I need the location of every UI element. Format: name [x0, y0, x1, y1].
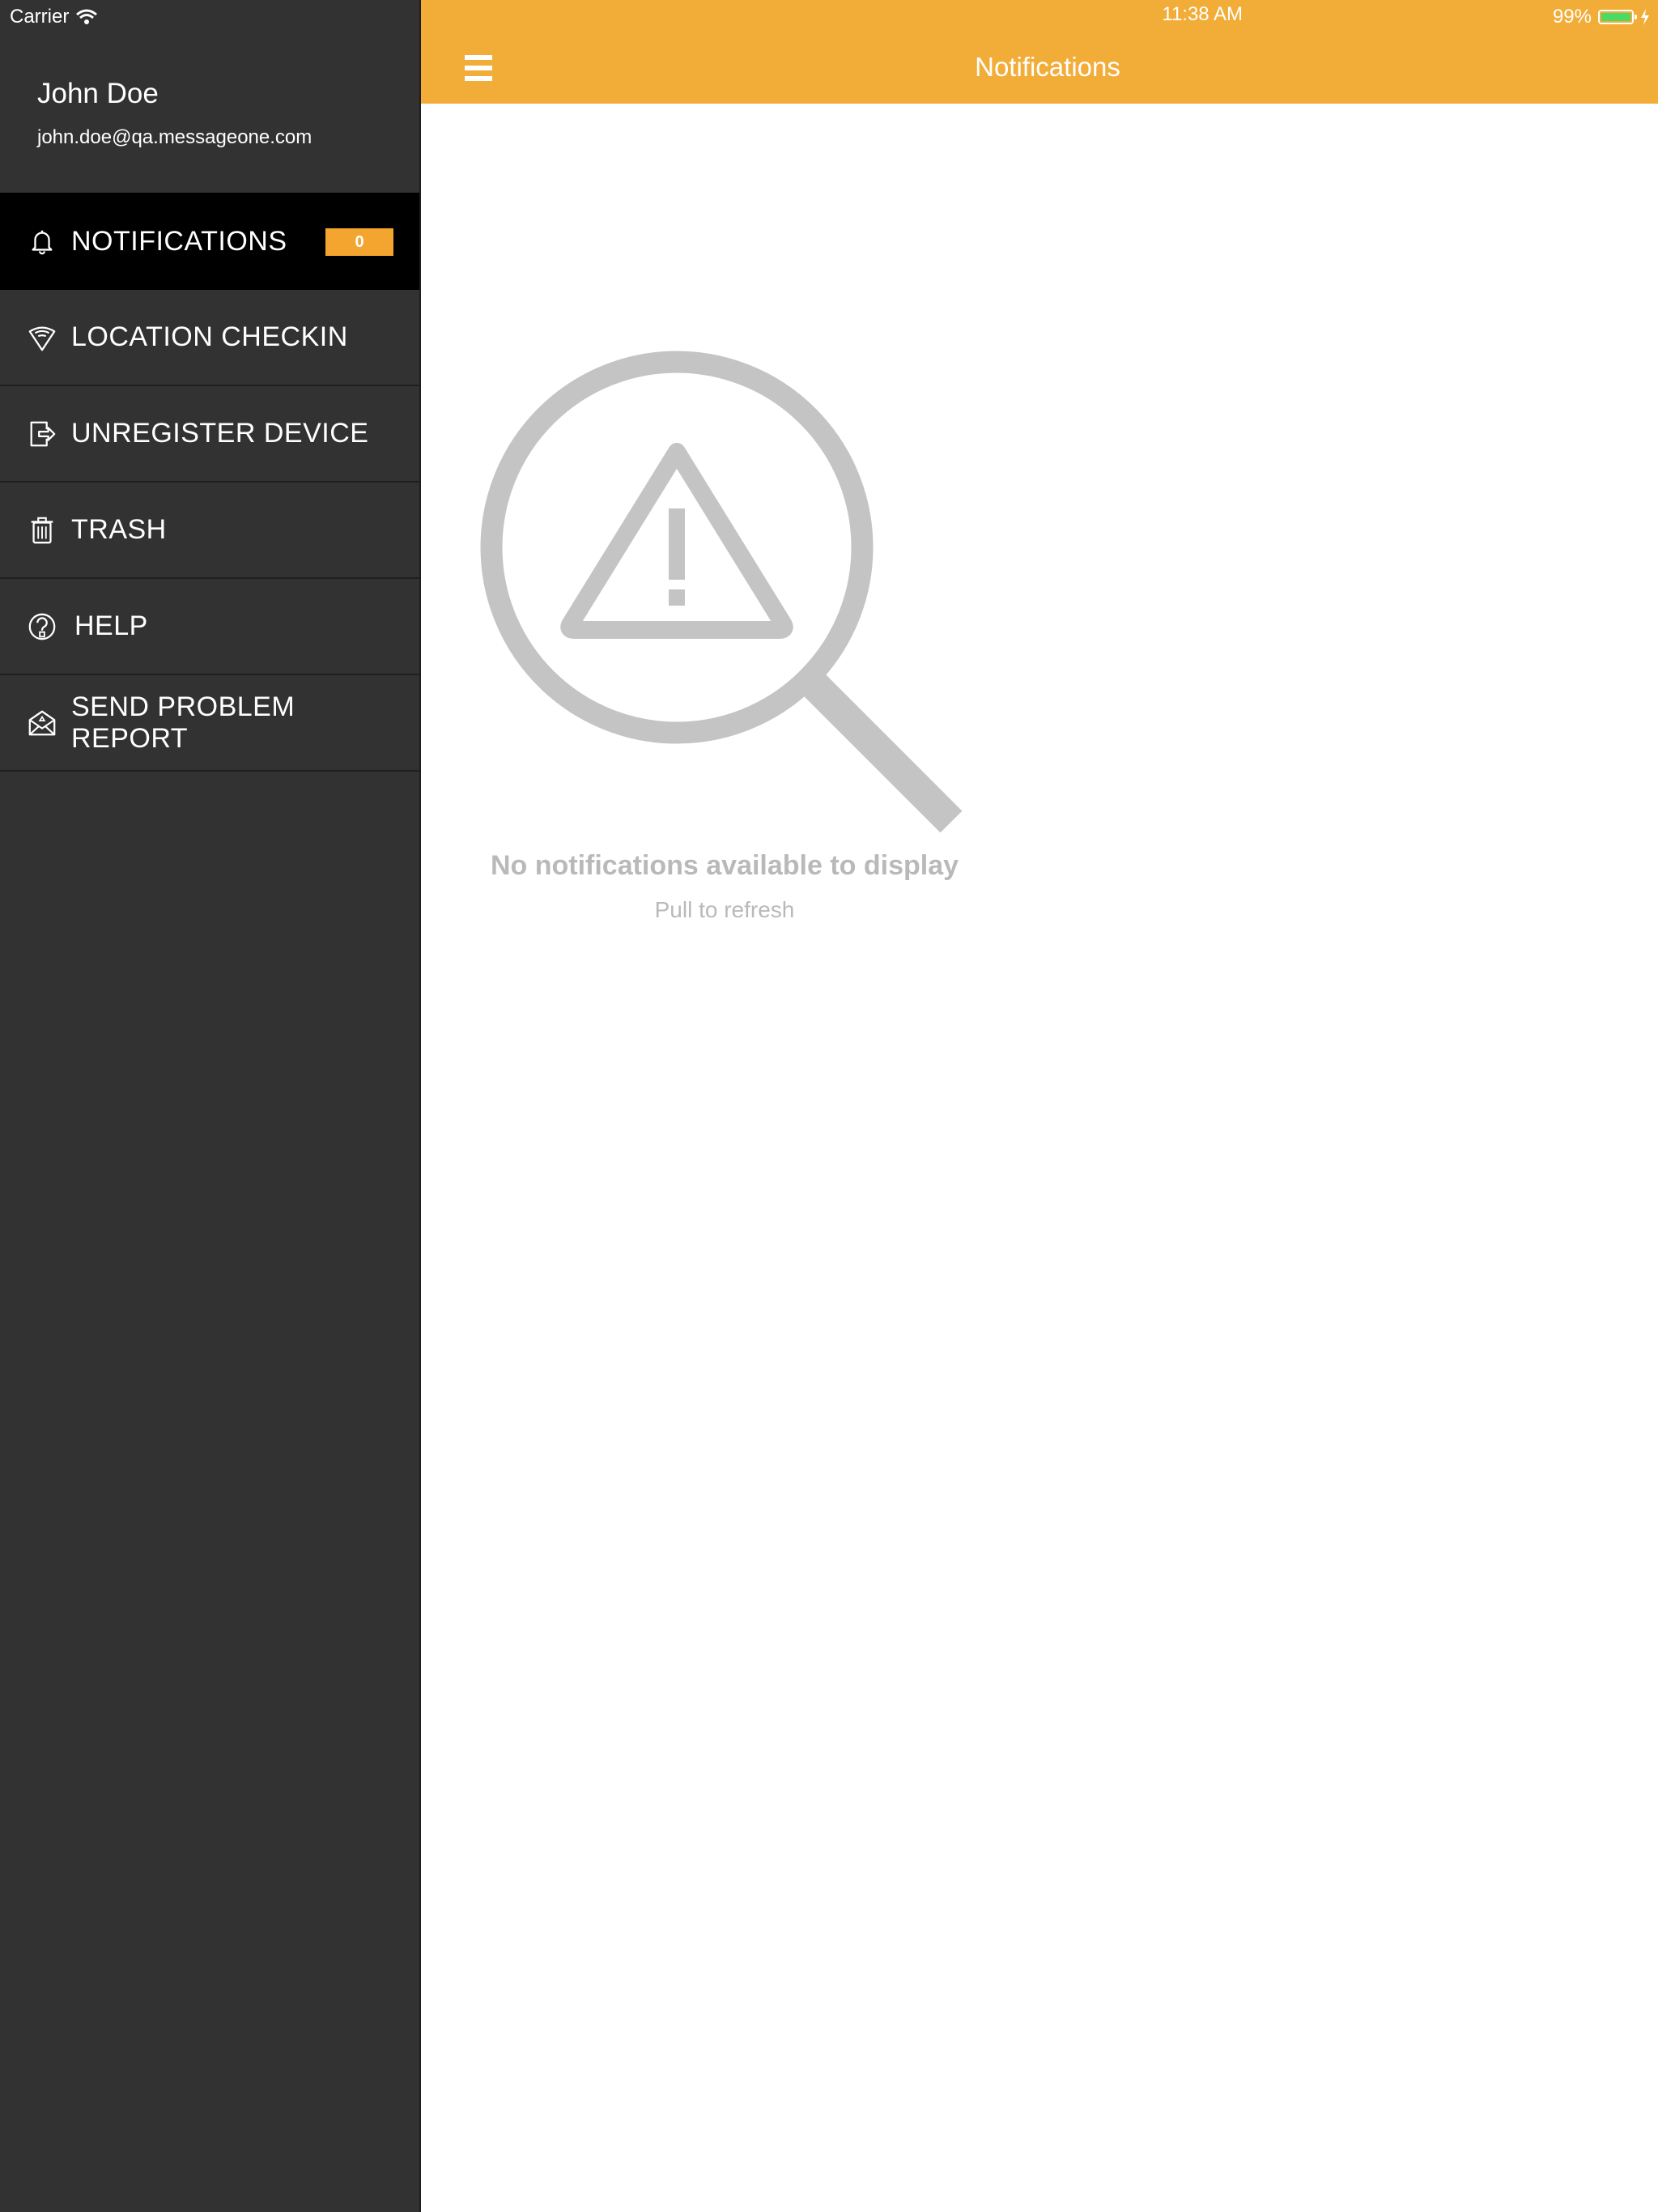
logout-icon — [26, 418, 58, 450]
bell-icon — [26, 225, 58, 257]
help-icon — [26, 610, 58, 643]
sidebar-item-notifications[interactable]: NOTIFICATIONS 0 — [0, 193, 419, 290]
status-bar-left: Carrier — [10, 3, 98, 31]
user-name: John Doe — [37, 78, 159, 109]
sidebar-menu: NOTIFICATIONS 0 LOCATION CHECKIN UNREGIS… — [0, 193, 419, 772]
battery-icon — [1598, 10, 1637, 24]
sidebar-item-help[interactable]: HELP — [0, 579, 419, 675]
notification-count-badge: 0 — [325, 228, 393, 256]
empty-state-subtitle: Pull to refresh — [654, 897, 795, 922]
battery-fill — [1601, 13, 1630, 21]
status-time: 11:38 AM — [1162, 3, 1243, 25]
sidebar-item-label: NOTIFICATIONS — [71, 225, 287, 257]
sidebar-item-label: TRASH — [71, 514, 167, 545]
sidebar-item-label: SEND PROBLEM REPORT — [71, 691, 295, 754]
sidebar-item-label: UNREGISTER DEVICE — [71, 418, 369, 449]
charging-bolt-icon — [1641, 9, 1649, 25]
sidebar-item-unregister-device[interactable]: UNREGISTER DEVICE — [0, 386, 419, 483]
magnifier-warning-icon — [480, 351, 963, 833]
carrier-label: Carrier — [10, 6, 70, 28]
empty-state-title: No notifications available to display — [490, 850, 959, 881]
status-bar-right: 99% — [1553, 3, 1650, 31]
navigation-bar: 11:38 AM 99% Notifications — [421, 0, 1658, 104]
sidebar-item-send-problem-report[interactable]: SEND PROBLEM REPORT — [0, 675, 419, 772]
sidebar-item-label: HELP — [74, 610, 148, 641]
battery-percent: 99% — [1552, 6, 1592, 28]
sidebar-item-trash[interactable]: TRASH — [0, 483, 419, 579]
sidebar: Carrier John Doe john.doe@qa.messageone.… — [0, 0, 421, 2212]
location-pin-icon — [26, 321, 58, 354]
trash-icon — [26, 514, 58, 547]
sidebar-item-location-checkin[interactable]: LOCATION CHECKIN — [0, 290, 419, 386]
sidebar-item-label: LOCATION CHECKIN — [71, 321, 348, 352]
wifi-icon — [76, 9, 98, 24]
user-email: john.doe@qa.messageone.com — [37, 126, 312, 148]
mail-icon — [26, 707, 58, 739]
page-title: Notifications — [975, 52, 1120, 82]
